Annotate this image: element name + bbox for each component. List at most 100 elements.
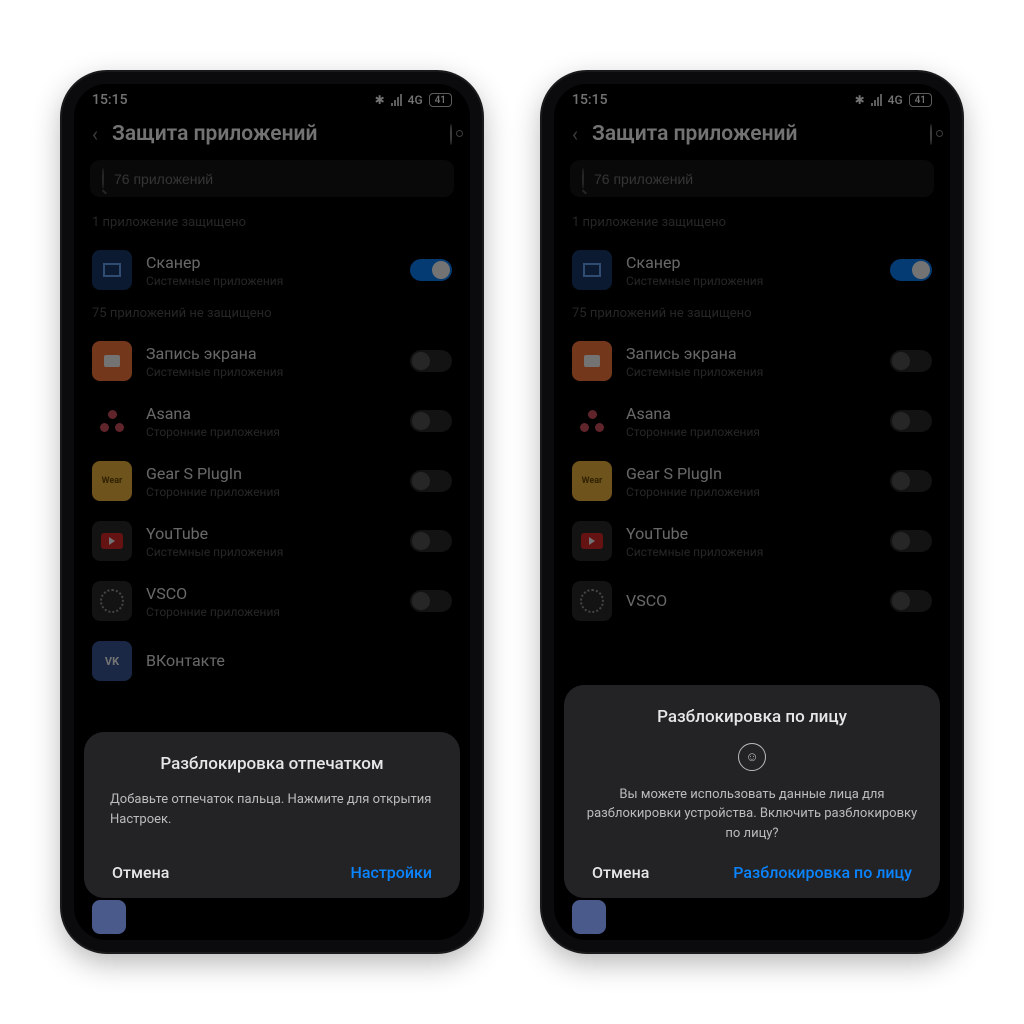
app-row-scanner[interactable]: Сканер Системные приложения (74, 240, 470, 300)
search-icon (582, 169, 584, 188)
status-bar: 15:15 ✱ 4G 41 (554, 84, 950, 112)
youtube-icon (92, 521, 132, 561)
bluetooth-icon: ✱ (375, 93, 385, 107)
app-row-scanner[interactable]: Сканер Системные приложения (554, 240, 950, 300)
bluetooth-icon: ✱ (855, 93, 865, 107)
status-time: 15:15 (572, 92, 608, 108)
app-row-gears[interactable]: Wear Gear S PlugIn Сторонние приложения (74, 451, 470, 511)
app-sub: Системные приложения (146, 274, 396, 288)
toggle-record[interactable] (890, 350, 932, 372)
screen-record-icon (572, 341, 612, 381)
phone-mockup-left: 15:15 ✱ 4G 41 ‹ Защита приложений 1 прил… (62, 72, 482, 952)
asana-icon (572, 401, 612, 441)
app-row-record[interactable]: Запись экрана Системные приложения (74, 331, 470, 391)
phone-mockup-right: 15:15 ✱ 4G 41 ‹ Защита приложений 1 прил… (542, 72, 962, 952)
app-sub: Системные приложения (146, 545, 396, 559)
toggle-asana[interactable] (890, 410, 932, 432)
app-sub: Системные приложения (146, 365, 396, 379)
toggle-scanner[interactable] (890, 259, 932, 281)
app-row-youtube[interactable]: YouTube Системные приложения (554, 511, 950, 571)
fingerprint-dialog: Разблокировка отпечатком Добавьте отпеча… (84, 732, 460, 898)
scanner-icon (92, 250, 132, 290)
vsco-icon (92, 581, 132, 621)
app-row-vsco[interactable]: VSCO (554, 571, 950, 631)
app-name: YouTube (146, 524, 396, 543)
toggle-vsco[interactable] (890, 590, 932, 612)
app-sub: Сторонние приложения (146, 485, 396, 499)
app-name: Gear S PlugIn (146, 464, 396, 483)
header: ‹ Защита приложений (554, 112, 950, 160)
page-title: Защита приложений (592, 122, 916, 146)
toggle-youtube[interactable] (890, 530, 932, 552)
section-unprotected-label: 75 приложений не защищено (74, 300, 470, 331)
cancel-button[interactable]: Отмена (592, 863, 649, 882)
signal-icon (391, 94, 402, 106)
app-name: Запись экрана (626, 344, 876, 363)
app-row-record[interactable]: Запись экрана Системные приложения (554, 331, 950, 391)
app-name: Gear S PlugIn (626, 464, 876, 483)
settings-icon[interactable] (450, 125, 452, 144)
vk-icon: VK (92, 641, 132, 681)
toggle-scanner[interactable] (410, 259, 452, 281)
app-name: VSCO (146, 584, 396, 603)
network-label: 4G (408, 93, 423, 107)
toggle-youtube[interactable] (410, 530, 452, 552)
toggle-asana[interactable] (410, 410, 452, 432)
partial-app-icon (92, 900, 126, 934)
battery-indicator: 41 (909, 93, 932, 107)
search-icon (102, 169, 104, 188)
header: ‹ Защита приложений (74, 112, 470, 160)
app-row-vsco[interactable]: VSCO Сторонние приложения (74, 571, 470, 631)
app-sub: Системные приложения (626, 274, 876, 288)
face-unlock-button[interactable]: Разблокировка по лицу (733, 863, 912, 882)
app-name: Запись экрана (146, 344, 396, 363)
toggle-vsco[interactable] (410, 590, 452, 612)
search-field[interactable] (90, 160, 454, 197)
app-row-asana[interactable]: Asana Сторонние приложения (74, 391, 470, 451)
screen: 15:15 ✱ 4G 41 ‹ Защита приложений 1 прил… (554, 84, 950, 940)
network-label: 4G (888, 93, 903, 107)
gear-s-icon: Wear (572, 461, 612, 501)
asana-icon (92, 401, 132, 441)
screen: 15:15 ✱ 4G 41 ‹ Защита приложений 1 прил… (74, 84, 470, 940)
app-sub: Системные приложения (626, 545, 876, 559)
app-sub: Сторонние приложения (626, 425, 876, 439)
app-name: VSCO (626, 591, 876, 610)
app-sub: Сторонние приложения (146, 605, 396, 619)
dialog-title: Разблокировка отпечатком (106, 754, 438, 774)
search-input[interactable] (114, 171, 442, 187)
scanner-icon (572, 250, 612, 290)
status-bar: 15:15 ✱ 4G 41 (74, 84, 470, 112)
back-icon[interactable]: ‹ (572, 122, 578, 146)
youtube-icon (572, 521, 612, 561)
app-row-gears[interactable]: Wear Gear S PlugIn Сторонние приложения (554, 451, 950, 511)
face-icon: ☺ (586, 743, 918, 771)
app-name: Сканер (626, 253, 876, 272)
app-row-asana[interactable]: Asana Сторонние приложения (554, 391, 950, 451)
app-row-vk[interactable]: VK ВКонтакте (74, 631, 470, 691)
app-row-youtube[interactable]: YouTube Системные приложения (74, 511, 470, 571)
section-unprotected-label: 75 приложений не защищено (554, 300, 950, 331)
vsco-icon (572, 581, 612, 621)
toggle-record[interactable] (410, 350, 452, 372)
app-name: ВКонтакте (146, 651, 452, 670)
signal-icon (871, 94, 882, 106)
back-icon[interactable]: ‹ (92, 122, 98, 146)
dialog-title: Разблокировка по лицу (586, 707, 918, 727)
toggle-gears[interactable] (410, 470, 452, 492)
search-field[interactable] (570, 160, 934, 197)
app-sub: Сторонние приложения (626, 485, 876, 499)
partial-row (572, 900, 606, 934)
settings-button[interactable]: Настройки (351, 863, 432, 882)
cancel-button[interactable]: Отмена (112, 863, 169, 882)
app-name: Asana (146, 404, 396, 423)
search-input[interactable] (594, 171, 922, 187)
section-protected-label: 1 приложение защищено (554, 209, 950, 240)
gear-s-icon: Wear (92, 461, 132, 501)
app-name: YouTube (626, 524, 876, 543)
app-name: Сканер (146, 253, 396, 272)
face-unlock-dialog: Разблокировка по лицу ☺ Вы можете исполь… (564, 685, 940, 899)
screen-record-icon (92, 341, 132, 381)
toggle-gears[interactable] (890, 470, 932, 492)
settings-icon[interactable] (930, 125, 932, 144)
